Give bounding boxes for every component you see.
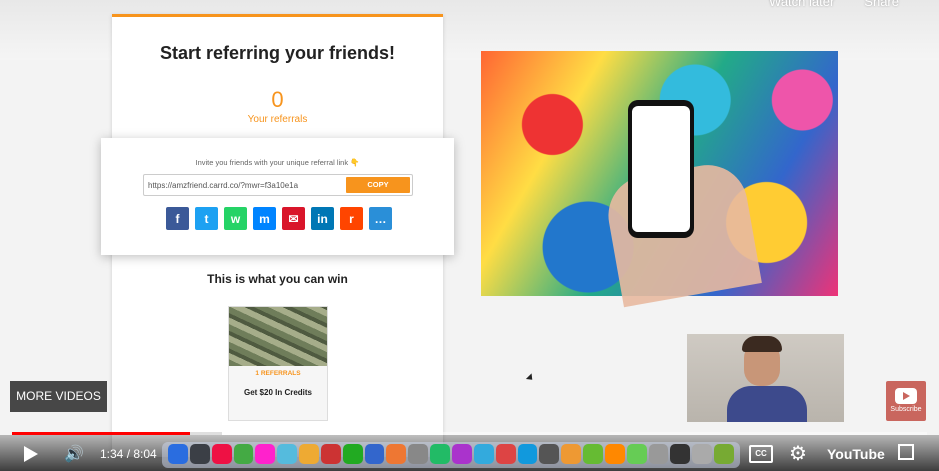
dock-app-icon[interactable] xyxy=(714,444,734,464)
volume-icon[interactable]: 🔊 xyxy=(64,444,84,464)
play-icon[interactable] xyxy=(24,446,38,462)
referral-count: 0 xyxy=(271,87,284,112)
dock-app-icon[interactable] xyxy=(255,444,276,464)
linkedin-icon[interactable]: in xyxy=(311,207,334,230)
twitter-icon[interactable]: t xyxy=(195,207,218,230)
referral-title: Start referring your friends! xyxy=(159,43,396,63)
subscribe-label: Subscribe xyxy=(890,406,922,413)
mouse-cursor-icon xyxy=(525,373,536,383)
dock-app-icon[interactable] xyxy=(670,444,691,464)
youtube-icon xyxy=(895,388,917,404)
dock-app-icon[interactable] xyxy=(692,444,713,464)
cc-button[interactable]: CC xyxy=(749,445,773,463)
phone-image xyxy=(628,100,694,238)
share-box: Invite you friends with your unique refe… xyxy=(101,138,454,255)
gear-icon[interactable]: ⚙ xyxy=(789,441,807,466)
dock-app-icon[interactable] xyxy=(386,444,407,464)
dock-app-icon[interactable] xyxy=(233,444,254,464)
dock-app-icon[interactable] xyxy=(430,444,450,464)
sms-icon[interactable]: … xyxy=(369,207,392,230)
dock-app-icon[interactable] xyxy=(299,444,319,464)
prize-name: Get $20 In Credits xyxy=(243,388,313,397)
facebook-icon[interactable]: f xyxy=(166,207,189,230)
dock-app-icon[interactable] xyxy=(364,444,385,464)
dock-app-icon[interactable] xyxy=(168,444,188,464)
dock-app-icon[interactable] xyxy=(189,444,210,464)
whatsapp-icon[interactable]: w xyxy=(224,207,247,230)
reddit-icon[interactable]: r xyxy=(340,207,363,230)
dock-app-icon[interactable] xyxy=(626,444,647,464)
subscribe-button[interactable]: Subscribe xyxy=(886,381,926,421)
dock-app-icon[interactable] xyxy=(648,444,669,464)
dock-app-icon[interactable] xyxy=(451,444,472,464)
dock-app-icon[interactable] xyxy=(604,444,625,464)
top-actions: Watch later Share xyxy=(769,0,899,9)
person-hair xyxy=(742,336,782,352)
dock-app-icon[interactable] xyxy=(211,444,232,464)
referral-link-input[interactable] xyxy=(148,175,338,195)
share-button[interactable]: Share xyxy=(864,0,899,9)
dock-app-icon[interactable] xyxy=(495,444,516,464)
webcam-overlay xyxy=(687,334,844,422)
time-display: 1:34 / 8:04 xyxy=(100,447,157,461)
dock-app-icon[interactable] xyxy=(277,444,298,464)
dock-app-icon[interactable] xyxy=(342,444,363,464)
fullscreen-icon[interactable] xyxy=(898,444,914,460)
referral-link-row: COPY xyxy=(143,174,413,196)
dock-app-icon[interactable] xyxy=(408,444,429,464)
more-videos-button[interactable]: MORE VIDEOS xyxy=(10,381,107,412)
dock-app-icon[interactable] xyxy=(539,444,560,464)
prize-card[interactable]: 1 REFERRALS Get $20 In Credits xyxy=(228,306,328,421)
dock-app-icon[interactable] xyxy=(320,444,341,464)
win-title: This is what you can win xyxy=(207,272,348,286)
youtube-logo[interactable]: YouTube xyxy=(827,446,885,462)
money-image xyxy=(229,307,327,366)
share-icons: f t w m ✉ in r … xyxy=(166,207,392,230)
watch-later-button[interactable]: Watch later xyxy=(769,0,834,9)
copy-button[interactable]: COPY xyxy=(346,177,410,193)
person-body xyxy=(727,386,807,422)
prize-referrals: 1 REFERRALS xyxy=(255,370,301,377)
dock-app-icon[interactable] xyxy=(473,444,494,464)
mac-dock xyxy=(162,442,740,468)
dock-app-icon[interactable] xyxy=(583,444,603,464)
dock-app-icon[interactable] xyxy=(517,444,538,464)
invite-text: Invite you friends with your unique refe… xyxy=(195,158,360,167)
referral-count-label: Your referrals xyxy=(247,114,308,125)
phone-screen xyxy=(632,106,690,232)
email-icon[interactable]: ✉ xyxy=(282,207,305,230)
messenger-icon[interactable]: m xyxy=(253,207,276,230)
dock-app-icon[interactable] xyxy=(561,444,582,464)
